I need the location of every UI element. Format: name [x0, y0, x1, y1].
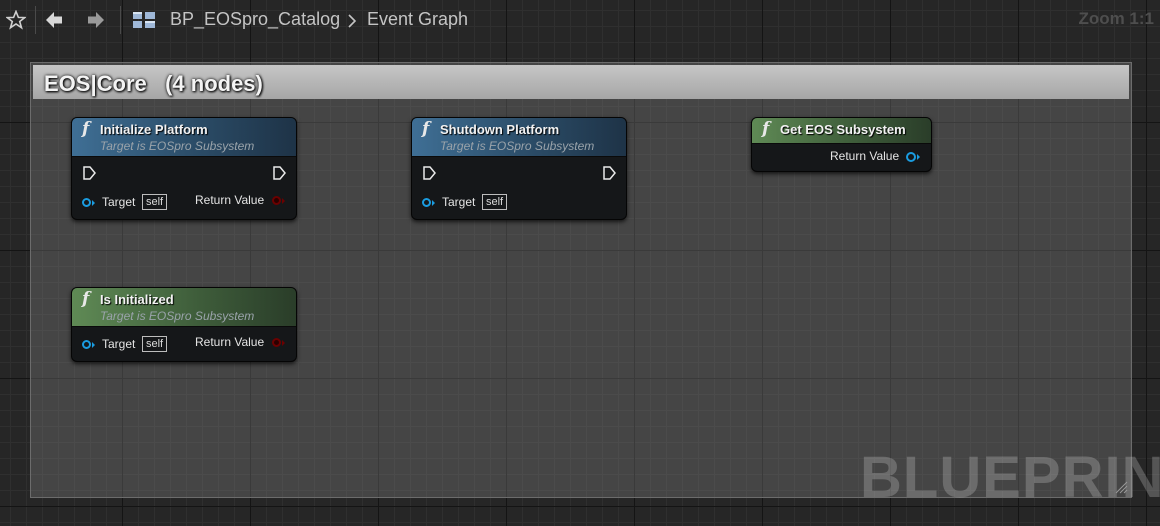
comment-title: EOS|Core (4 nodes): [44, 71, 263, 96]
target-pin-label: Target: [102, 195, 136, 209]
exec-out-pin-icon[interactable]: [272, 166, 286, 180]
resize-grip-icon[interactable]: [1114, 480, 1128, 494]
zoom-level: Zoom 1:1: [1078, 9, 1154, 28]
node-title: Is Initialized: [100, 292, 174, 307]
arrow-left-icon[interactable]: [42, 8, 66, 32]
toolbar-divider: [35, 6, 36, 34]
function-icon: f: [422, 119, 430, 139]
target-pin-icon[interactable]: [82, 198, 91, 207]
return-value-label: Return Value: [195, 335, 265, 349]
target-pin-arrow-icon: [92, 342, 95, 348]
comment-header[interactable]: EOS|Core (4 nodes): [33, 65, 1129, 99]
target-pin-arrow-icon: [92, 200, 95, 206]
blueprint-graph-icon: [131, 8, 157, 32]
toolbar-divider: [120, 6, 121, 34]
node-subtitle: Target is EOSpro Subsystem: [100, 139, 255, 153]
node-title: Initialize Platform: [100, 122, 208, 137]
return-pin-arrow-icon: [917, 154, 920, 160]
node-header[interactable]: f Get EOS Subsystem: [752, 118, 931, 144]
breadcrumb-chevron-icon: [345, 12, 359, 30]
return-value-label: Return Value: [195, 193, 265, 207]
node-get-eos-subsystem[interactable]: f Get EOS Subsystem Return Value: [751, 117, 932, 172]
exec-in-pin-icon[interactable]: [82, 166, 96, 180]
return-pin-arrow-icon: [282, 340, 285, 346]
function-icon: f: [82, 289, 90, 309]
node-is-initialized[interactable]: f Is Initialized Target is EOSpro Subsys…: [71, 287, 297, 362]
node-subtitle: Target is EOSpro Subsystem: [440, 139, 595, 153]
return-value-pin-icon[interactable]: [272, 338, 281, 347]
return-pin-arrow-icon: [282, 198, 285, 204]
arrow-right-icon[interactable]: [84, 8, 108, 32]
function-icon: f: [82, 119, 90, 139]
target-pin-icon[interactable]: [82, 340, 91, 349]
star-icon[interactable]: [4, 8, 28, 32]
target-pin-label: Target: [102, 337, 136, 351]
target-pin-arrow-icon: [432, 200, 435, 206]
node-shutdown-platform[interactable]: f Shutdown Platform Target is EOSpro Sub…: [411, 117, 627, 220]
breadcrumb-blueprint[interactable]: BP_EOSpro_Catalog: [170, 9, 340, 30]
exec-out-pin-icon[interactable]: [602, 166, 616, 180]
node-title: Get EOS Subsystem: [780, 122, 906, 137]
graph-toolbar: BP_EOSpro_Catalog Event Graph Zoom 1:1: [0, 0, 1160, 40]
return-value-pin-icon[interactable]: [906, 152, 916, 162]
target-self-value[interactable]: self: [142, 194, 168, 210]
exec-in-pin-icon[interactable]: [422, 166, 436, 180]
return-value-pin-icon[interactable]: [272, 196, 281, 205]
node-header[interactable]: f Is Initialized Target is EOSpro Subsys…: [72, 288, 296, 327]
node-subtitle: Target is EOSpro Subsystem: [100, 309, 255, 323]
target-self-value[interactable]: self: [142, 336, 168, 352]
blueprint-watermark: BLUEPRINT: [860, 445, 1160, 510]
breadcrumb-graph[interactable]: Event Graph: [367, 9, 468, 30]
node-initialize-platform[interactable]: f Initialize Platform Target is EOSpro S…: [71, 117, 297, 220]
node-header[interactable]: f Initialize Platform Target is EOSpro S…: [72, 118, 296, 157]
target-pin-icon[interactable]: [422, 198, 431, 207]
target-pin-label: Target: [442, 195, 476, 209]
function-icon: f: [762, 119, 770, 139]
return-value-label: Return Value: [830, 149, 900, 163]
target-self-value[interactable]: self: [482, 194, 508, 210]
node-header[interactable]: f Shutdown Platform Target is EOSpro Sub…: [412, 118, 626, 157]
node-title: Shutdown Platform: [440, 122, 560, 137]
